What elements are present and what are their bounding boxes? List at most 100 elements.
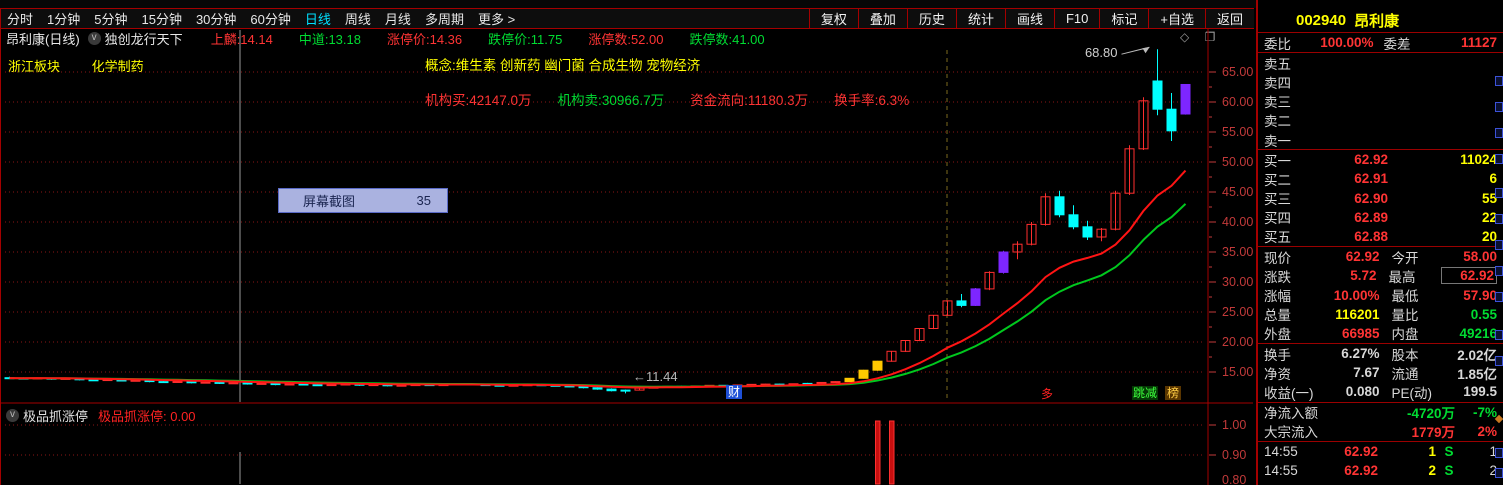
candle-body — [592, 387, 603, 390]
stat-row: 总量 116201 量比 0.55 — [1258, 305, 1503, 324]
tick-side: S — [1444, 444, 1454, 460]
candle-body — [256, 382, 267, 385]
side-mini-icon[interactable] — [1495, 76, 1503, 86]
ask-row[interactable]: 卖二 — [1258, 111, 1503, 130]
side-mini-icon[interactable] — [1495, 102, 1503, 112]
ask-row[interactable]: 卖一 — [1258, 130, 1503, 149]
flow-row: 大宗流入 1779万 2% — [1258, 422, 1503, 441]
sub-indicator-name: 极品抓涨停 — [23, 409, 89, 424]
side-mini-icon[interactable] — [1495, 214, 1503, 224]
weibi-row: 委比 100.00% 委差 11127 — [1258, 33, 1503, 52]
side-mini-icon[interactable] — [1495, 292, 1503, 302]
bid-label: 买二 — [1264, 172, 1291, 188]
candle-body — [1068, 214, 1079, 228]
side-mini-icon[interactable] — [1495, 188, 1503, 198]
stat-value-1: 10.00% — [1333, 287, 1380, 303]
stat-label-2: PE(动) — [1391, 385, 1433, 401]
flow-value: 1779万 — [1411, 425, 1455, 441]
stat-value-1: 116201 — [1335, 306, 1380, 322]
ask-row[interactable]: 卖四 — [1258, 72, 1503, 91]
candle-body — [88, 379, 99, 382]
candle-body — [298, 383, 309, 386]
price-axis-label: 20.00 — [1222, 335, 1253, 349]
tick-time: 14:55 — [1264, 463, 1298, 479]
side-mini-icon[interactable] — [1495, 356, 1503, 366]
stat-row: 净资 7.67 流通 1.85亿 — [1258, 363, 1503, 382]
bid-row[interactable]: 买五 62.88 20 — [1258, 227, 1503, 246]
sub-indicator-value: 极品抓涨停: 0.00 — [98, 409, 196, 424]
price-axis-label: 40.00 — [1222, 215, 1253, 229]
stat-value-1: 5.72 — [1350, 268, 1377, 284]
candle-body — [228, 382, 239, 385]
stock-header[interactable]: 002940 昂利康 — [1258, 8, 1503, 32]
moving-average-line — [9, 203, 1187, 388]
signal-char-duo: 多 — [1041, 387, 1054, 401]
moving-average-line — [9, 169, 1187, 389]
price-axis-label: 15.00 — [1222, 365, 1253, 379]
screenshot-label: 屏幕截图 — [303, 194, 356, 209]
candle-body — [1054, 196, 1065, 216]
price-axis-label: 55.00 — [1222, 125, 1253, 139]
weibi-value: 100.00% — [1320, 35, 1374, 51]
event-badge-tiaojian[interactable]: 跳减 — [1132, 386, 1159, 400]
bid-row[interactable]: 买四 62.89 22 — [1258, 208, 1503, 227]
candle-body — [858, 369, 869, 379]
flow-value: -4720万 — [1406, 406, 1455, 422]
event-badge-bang[interactable]: 榜 — [1165, 386, 1182, 400]
weicha-value: 11127 — [1460, 35, 1497, 51]
candle-body — [1152, 80, 1163, 110]
bid-volume: 11024 — [1460, 152, 1497, 168]
side-mini-icon[interactable] — [1495, 240, 1503, 250]
candle-body — [172, 380, 183, 383]
flow-label: 大宗流入 — [1264, 425, 1318, 441]
candle-body — [872, 360, 883, 371]
stat-row: 收益(一) 0.080 PE(动) 199.5 — [1258, 382, 1503, 401]
side-mini-icon[interactable] — [1495, 448, 1503, 458]
stat-value-1: 0.080 — [1345, 384, 1380, 400]
side-mini-icon[interactable] — [1495, 154, 1503, 164]
event-badge-cai[interactable]: 财 — [726, 385, 743, 399]
candle-body — [158, 381, 169, 384]
tick-row[interactable]: 14:55 62.92 1 S 1 — [1258, 442, 1503, 461]
bid-label: 买三 — [1264, 192, 1291, 208]
ask-row[interactable]: 卖五 — [1258, 53, 1503, 72]
bid-volume: 20 — [1481, 228, 1497, 244]
stat-row: 外盘 66985 内盘 49216 — [1258, 324, 1503, 343]
candle-body — [956, 300, 967, 306]
candle-body — [1082, 226, 1093, 238]
side-mini-icon[interactable] — [1495, 468, 1503, 478]
candle-body — [284, 383, 295, 386]
chevron-down-icon[interactable]: v — [6, 409, 19, 422]
stock-name: 昂利康 — [1354, 12, 1400, 30]
stat-value-2: 0.55 — [1470, 306, 1497, 322]
flow-percent: 2% — [1477, 423, 1497, 439]
flow-percent: -7% — [1472, 404, 1497, 420]
ask-label: 卖二 — [1264, 114, 1291, 130]
side-mini-icon[interactable] — [1495, 128, 1503, 138]
annotation-arrowhead — [1142, 47, 1150, 54]
flow-label: 净流入额 — [1264, 406, 1318, 422]
side-mini-icon[interactable] — [1495, 266, 1503, 276]
price-axis-label: 50.00 — [1222, 155, 1253, 169]
quote-panel-top-pad — [1258, 0, 1503, 8]
side-mini-icon[interactable] — [1495, 330, 1503, 340]
bid-row[interactable]: 买二 62.91 6 — [1258, 169, 1503, 188]
bid-volume: 55 — [1481, 190, 1497, 206]
price-axis-label: 25.00 — [1222, 305, 1253, 319]
ask-row[interactable]: 卖三 — [1258, 92, 1503, 111]
stat-label-1: 换手 — [1264, 347, 1291, 363]
stat-row: 换手 6.27% 股本 2.02亿 — [1258, 344, 1503, 363]
ask-label: 卖一 — [1264, 133, 1291, 149]
quote-panel: 002940 昂利康 委比 100.00% 委差 11127 卖五 卖四 卖三 卖二 卖一 买一 6… — [1256, 0, 1503, 485]
stat-value-1: 66985 — [1341, 325, 1380, 341]
high-price-annotation: 68.80 — [1085, 45, 1118, 60]
bid-label: 买一 — [1264, 153, 1291, 169]
bid-label: 买四 — [1264, 211, 1291, 227]
candle-body — [889, 420, 895, 485]
bid-volume: 22 — [1481, 209, 1497, 225]
sub-indicator-label: v 极品抓涨停 极品抓涨停: 0.00 — [6, 406, 196, 425]
bid-row[interactable]: 买三 62.90 55 — [1258, 189, 1503, 208]
candle-body — [1180, 83, 1191, 115]
tick-row[interactable]: 14:55 62.92 2 S 2 — [1258, 461, 1503, 480]
bid-row[interactable]: 买一 62.92 11024 — [1258, 150, 1503, 169]
